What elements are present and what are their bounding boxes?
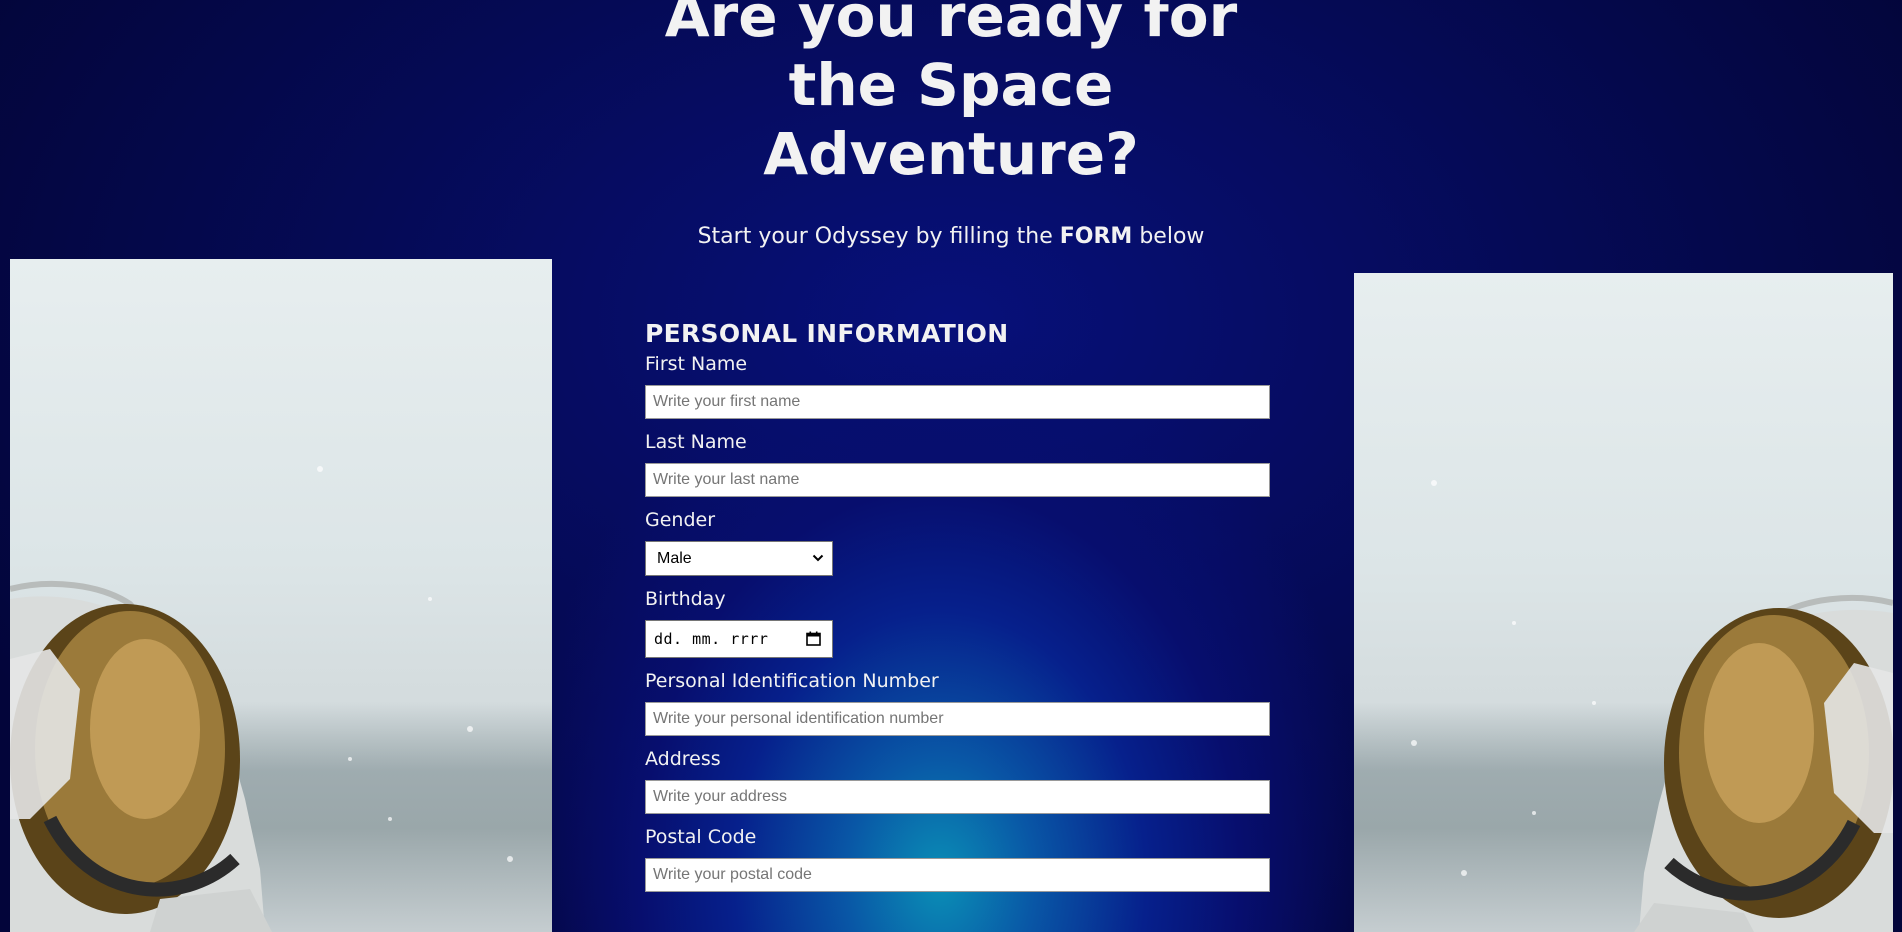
postal-code-label: Postal Code	[645, 826, 757, 848]
astronaut-image-left	[10, 259, 552, 932]
birthday-label: Birthday	[645, 588, 726, 610]
subtitle-prefix: Start your Odyssey by filling the	[697, 224, 1053, 249]
address-input[interactable]	[645, 780, 1270, 814]
last-name-field: Last Name	[645, 430, 1270, 497]
birthday-placeholder: dd. mm. rrrr	[654, 630, 769, 648]
subtitle-suffix: below	[1139, 224, 1205, 249]
pin-input[interactable]	[645, 702, 1270, 736]
section-heading: PERSONAL INFORMATION	[645, 319, 1009, 348]
calendar-icon[interactable]	[806, 631, 821, 646]
first-name-input[interactable]	[645, 385, 1270, 419]
gender-selected-value: Male	[657, 550, 692, 567]
first-name-field: First Name	[645, 352, 1270, 419]
astronaut-helmet-right	[1411, 480, 1893, 932]
astronaut-helmet-left	[10, 466, 513, 932]
personal-information-form: PERSONAL INFORMATION First Name Last Nam…	[645, 316, 1270, 903]
postal-code-input[interactable]	[645, 858, 1270, 892]
last-name-input[interactable]	[645, 463, 1270, 497]
page-title: Are you ready for the Space Adventure?	[664, 0, 1238, 188]
pin-label: Personal Identification Number	[645, 670, 939, 692]
birthday-field: Birthday dd. mm. rrrr	[645, 587, 1270, 658]
address-field: Address	[645, 747, 1270, 814]
last-name-label: Last Name	[645, 431, 747, 453]
gender-select[interactable]: Male	[645, 541, 833, 576]
gender-label: Gender	[645, 509, 716, 531]
page-subtitle: Start your Odyssey by filling the FORM b…	[600, 224, 1302, 249]
pin-field: Personal Identification Number	[645, 669, 1270, 736]
birthday-date-input[interactable]: dd. mm. rrrr	[645, 620, 833, 658]
astronaut-image-right	[1354, 273, 1893, 932]
postal-code-field: Postal Code	[645, 825, 1270, 892]
first-name-label: First Name	[645, 353, 748, 375]
chevron-down-icon	[812, 542, 824, 587]
gender-field: Gender Male	[645, 508, 1270, 576]
address-label: Address	[645, 748, 721, 770]
subtitle-emphasis: FORM	[1059, 224, 1133, 249]
